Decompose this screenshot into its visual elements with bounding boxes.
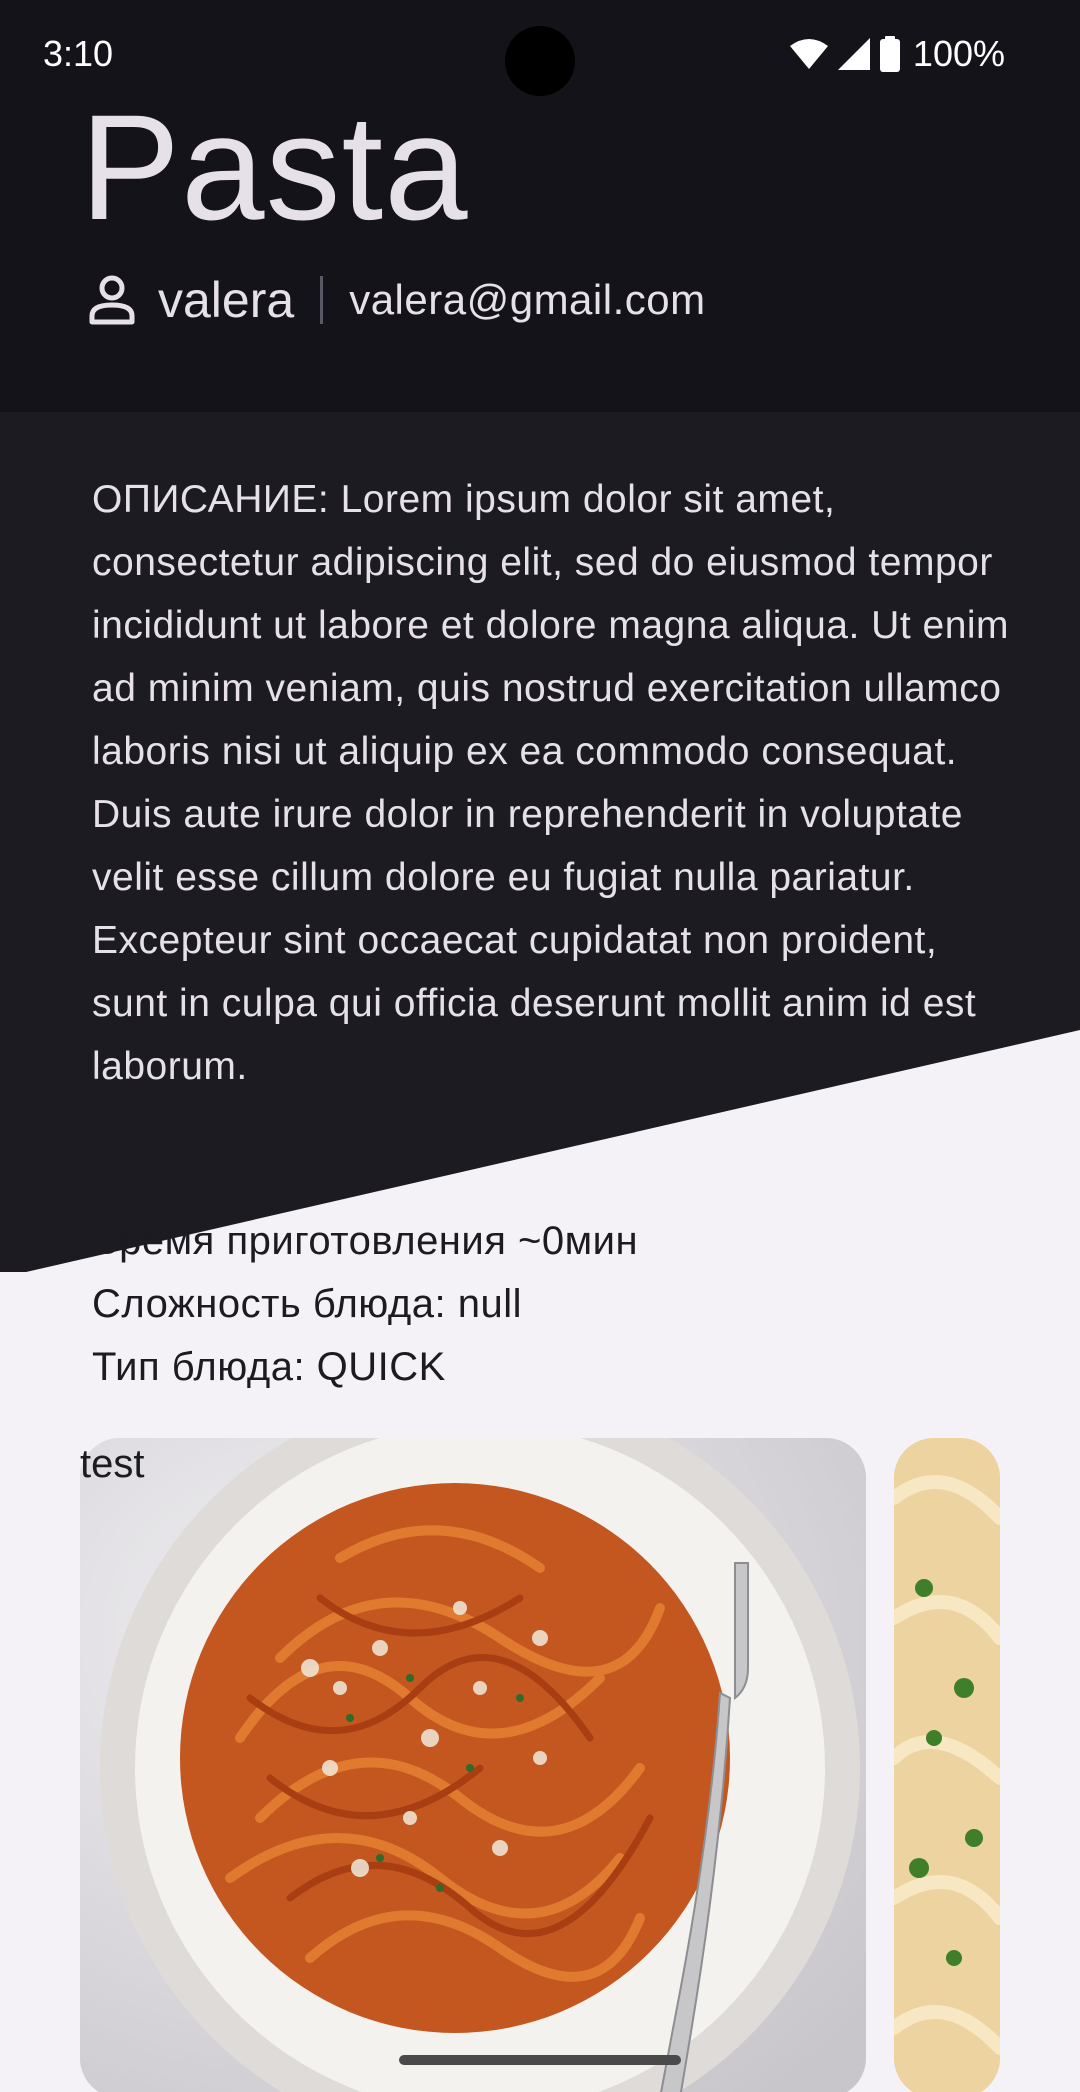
spaghetti-photo[interactable] [80, 1438, 866, 2092]
fettuccine-photo[interactable] [894, 1438, 1000, 2092]
signal-icon [837, 37, 871, 71]
difficulty: Сложность блюда: null [92, 1282, 522, 1326]
status-time: 3:10 [43, 33, 114, 74]
recipe-description: ОПИСАНИЕ: Lorem ipsum dolor sit amet, co… [92, 478, 1010, 1088]
recipe-info: Время приготовления ~0мин Сложность блюд… [92, 1210, 638, 1399]
cook-time: Время приготовления ~0мин [92, 1219, 639, 1263]
battery-icon [879, 36, 901, 72]
person-icon [88, 274, 136, 326]
author-email: valera@gmail.com [349, 276, 706, 323]
author-row: valera valera@gmail.com [88, 268, 706, 332]
gesture-handle[interactable] [399, 2055, 681, 2065]
author-name: valera [158, 272, 295, 328]
battery-percent: 100% [912, 33, 1005, 74]
recipe-title: Pasta [80, 83, 469, 251]
card-label: test [80, 1442, 145, 1486]
wifi-icon [789, 38, 829, 70]
status-icons: 100% [789, 30, 1005, 78]
dish-type: Тип блюда: QUICK [92, 1345, 446, 1389]
recipe-screen: 3:10 100% Pasta valera valera@gmail.com … [0, 0, 1080, 2092]
author-divider [320, 276, 324, 324]
camera-cutout [505, 26, 575, 96]
